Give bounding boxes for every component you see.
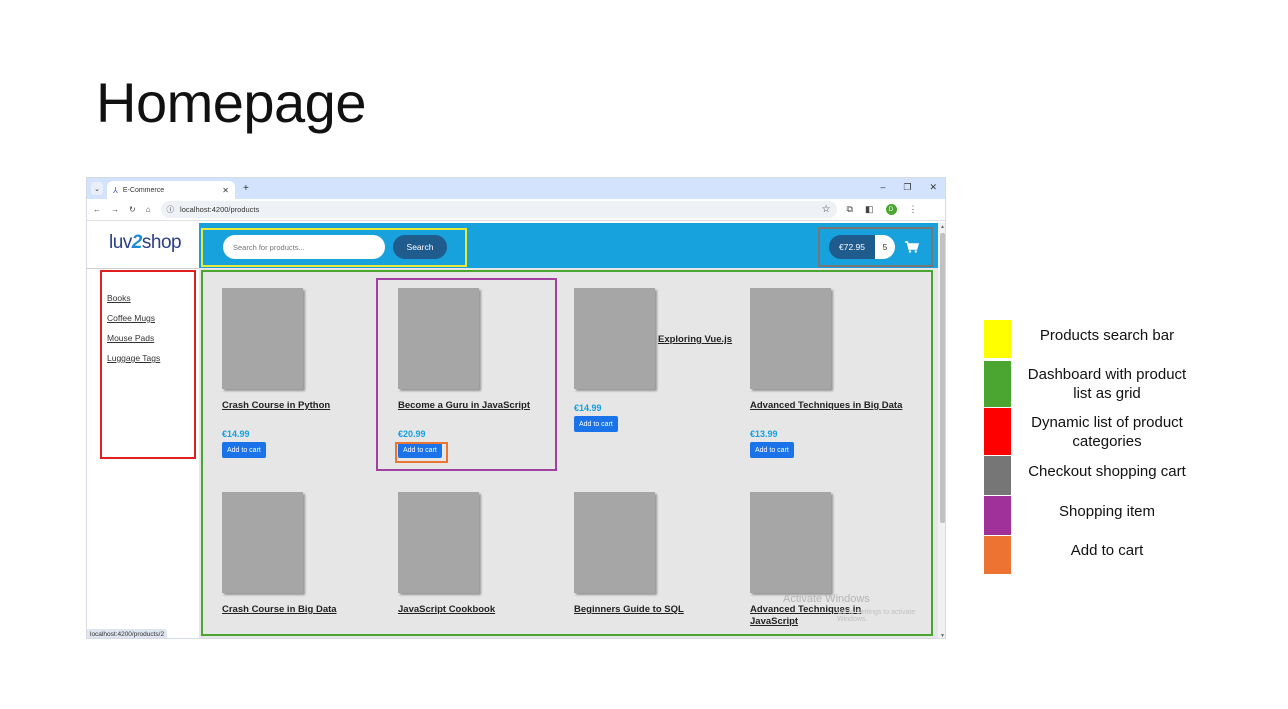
window-controls: – ❐ ✕ (880, 182, 937, 193)
restore-button[interactable]: ❐ (903, 182, 911, 193)
logo[interactable]: luv2shop (109, 232, 182, 254)
legend-swatch-yellow (984, 320, 1011, 358)
tab-ecommerce[interactable]: ⅄ E-Commerce ✕ (107, 181, 235, 199)
extensions-icon[interactable]: ⧉ (847, 204, 853, 215)
scroll-up-icon[interactable]: ▲ (940, 224, 945, 230)
legend-swatch-orange (984, 536, 1011, 574)
annotation-cart-frame (818, 227, 933, 267)
logo-text-mid: 2 (131, 232, 143, 253)
status-bar-url: localhost:4200/products/2 (87, 629, 168, 638)
annotation-add-to-cart-frame (395, 442, 448, 463)
legend-label: Add to cart (1070, 542, 1144, 559)
bookmark-star-icon[interactable]: ☆ (822, 204, 831, 215)
url-text: localhost:4200/products (180, 205, 260, 214)
tab-bar: ⌄ ⅄ E-Commerce ✕ + – ❐ ✕ (87, 178, 945, 199)
tab-title: E-Commerce (122, 186, 165, 194)
legend-swatch-green (984, 361, 1011, 407)
forward-arrow-icon[interactable]: → (111, 205, 119, 214)
scrollbar-thumb[interactable] (940, 233, 945, 523)
back-arrow-icon[interactable]: ← (93, 205, 101, 214)
tab-close-icon[interactable]: ✕ (222, 186, 229, 195)
scroll-down-icon[interactable]: ▼ (940, 633, 945, 638)
side-panel-icon[interactable]: ◧ (865, 204, 874, 215)
slide: Homepage ⌄ ⅄ E-Commerce ✕ + – ❐ ✕ ← → ↻ … (0, 0, 1288, 709)
logo-text-right: shop (141, 232, 182, 253)
legend-label: Checkout shopping cart (1028, 463, 1186, 480)
legend-label: Dynamic list of product categories (1031, 414, 1183, 450)
minimize-button[interactable]: – (880, 182, 885, 193)
sidebar-divider (87, 268, 199, 269)
page-scrollbar[interactable]: ▲ ▼ (938, 223, 945, 638)
profile-avatar[interactable]: D (885, 204, 897, 215)
address-bar-row: ← → ↻ ⌂ ⓘ localhost:4200/products ☆ ⧉ ◧ … (87, 199, 945, 221)
legend-swatch-purple (984, 496, 1011, 535)
legend-label: Dashboard with product list as grid (1027, 366, 1187, 402)
url-field[interactable]: ⓘ localhost:4200/products ☆ (160, 201, 837, 218)
site-info-icon[interactable]: ⓘ (167, 204, 175, 215)
menu-kebab-icon[interactable]: ⋮ (909, 204, 918, 215)
annotation-search-bar-frame (201, 228, 467, 267)
toolbar-icons: ⧉ ◧ D ⋮ (847, 204, 918, 215)
reload-icon[interactable]: ↻ (129, 205, 136, 214)
close-window-button[interactable]: ✕ (929, 182, 937, 193)
logo-text-left: luv (109, 232, 132, 253)
annotation-dashboard-frame (201, 270, 933, 636)
new-tab-button[interactable]: + (243, 183, 249, 194)
legend-swatch-red (984, 408, 1011, 455)
tab-search-dropdown-icon[interactable]: ⌄ (91, 182, 103, 195)
slide-title: Homepage (96, 71, 366, 134)
home-icon[interactable]: ⌂ (146, 205, 151, 214)
angular-favicon-icon: ⅄ (113, 185, 118, 195)
annotation-categories-frame (100, 270, 196, 459)
legend-swatch-gray (984, 456, 1011, 495)
legend-label: Shopping item (1059, 503, 1155, 520)
legend-label: Products search bar (1039, 327, 1175, 344)
